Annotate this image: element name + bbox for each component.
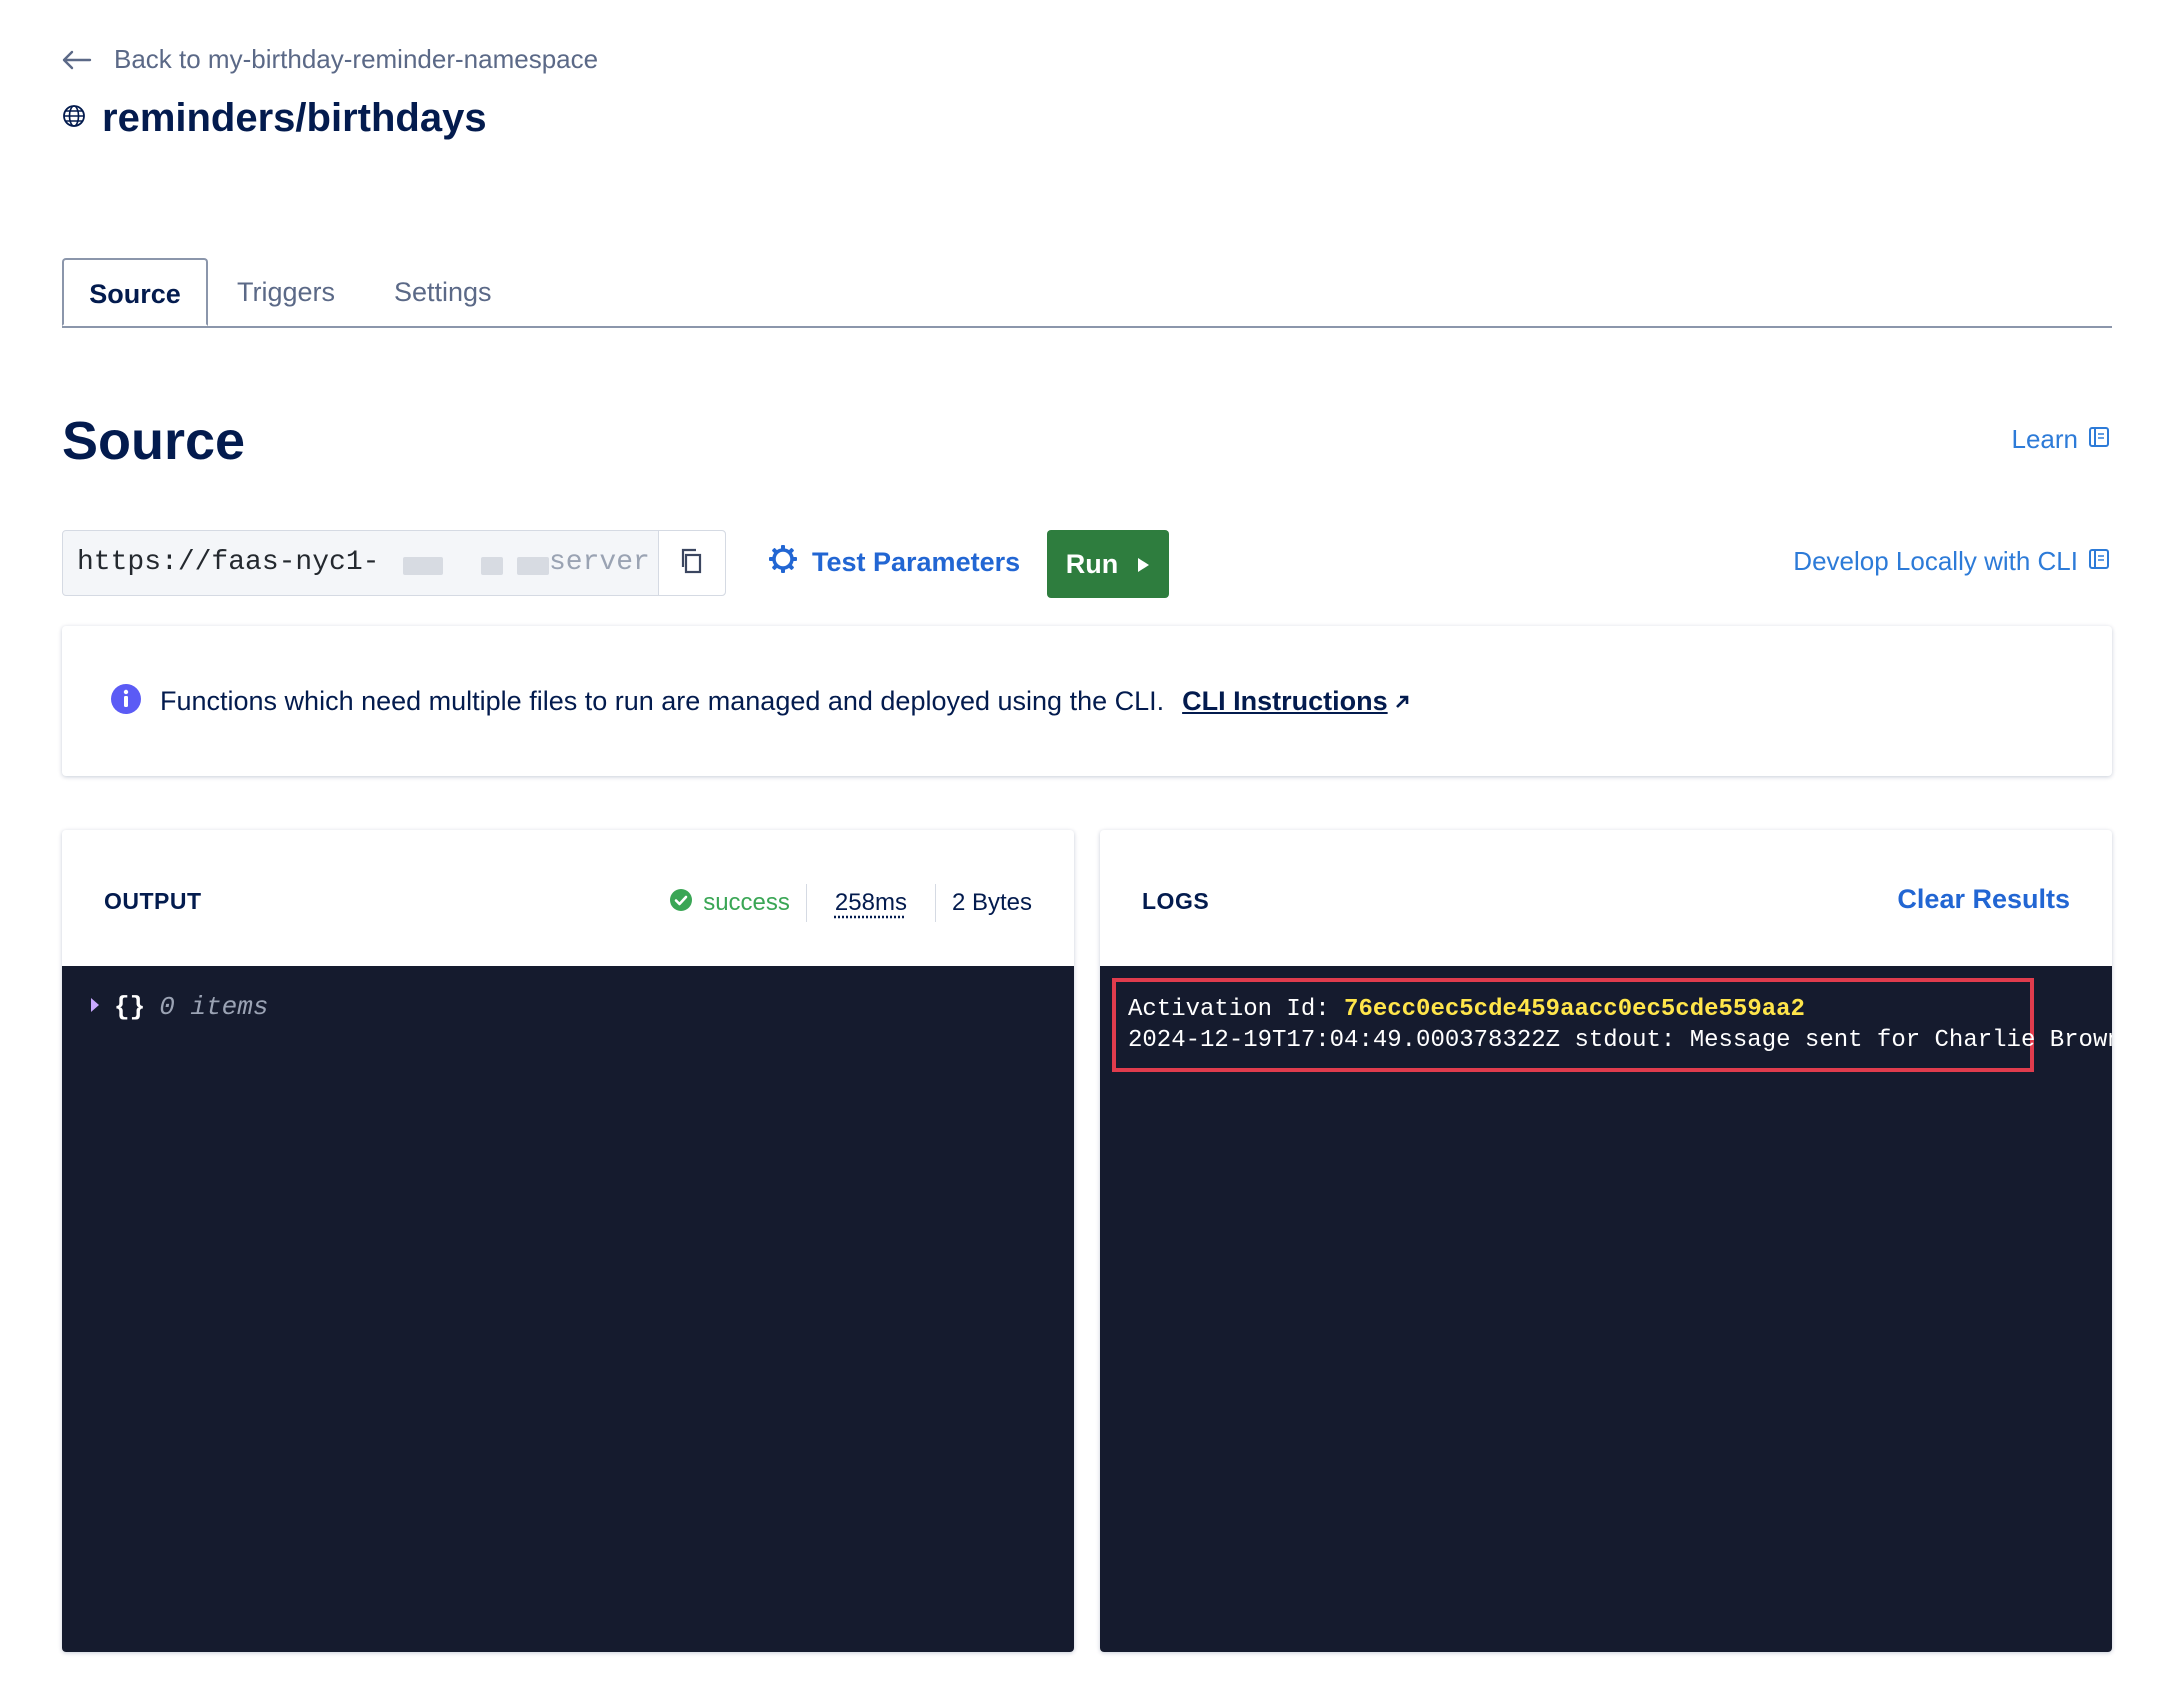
- info-banner: Functions which need multiple files to r…: [62, 626, 2112, 776]
- logs-panel-header: LOGS Clear Results: [1100, 830, 2112, 966]
- run-label: Run: [1065, 548, 1119, 579]
- url-redaction: [481, 557, 503, 575]
- copy-icon: [679, 547, 705, 580]
- book-icon: [2088, 546, 2110, 577]
- log-lines: Activation Id: 76ecc0ec5cde459aacc0ec5cd…: [1128, 994, 2112, 1056]
- output-console: {} 0 items: [62, 966, 1074, 1652]
- duration-value[interactable]: 258ms: [807, 889, 935, 917]
- json-item-count: 0 items: [159, 992, 269, 1022]
- run-button[interactable]: Run: [1047, 530, 1169, 598]
- log-line: 2024-12-19T17:04:49.000378322Z stdout: M…: [1128, 1027, 2112, 1054]
- tab-settings[interactable]: Settings: [394, 258, 492, 326]
- cli-instructions-label: CLI Instructions: [1182, 685, 1388, 716]
- copy-url-button[interactable]: [658, 531, 725, 595]
- logs-console: Activation Id: 76ecc0ec5cde459aacc0ec5cd…: [1100, 966, 2112, 1652]
- logs-panel: LOGS Clear Results Activation Id: 76ecc0…: [1100, 830, 2112, 1652]
- book-icon: [2088, 424, 2110, 455]
- external-link-icon: [1394, 686, 1410, 717]
- tab-source[interactable]: Source: [62, 258, 208, 326]
- caret-right-icon[interactable]: [90, 997, 100, 1018]
- cli-instructions-link[interactable]: CLI Instructions: [1182, 686, 1410, 717]
- test-parameters-button[interactable]: Test Parameters: [768, 544, 1020, 581]
- page-title: reminders/birthdays: [102, 96, 487, 140]
- info-icon: [110, 683, 142, 720]
- logs-label: LOGS: [1142, 888, 1210, 914]
- json-tree-root[interactable]: {} 0 items: [90, 992, 268, 1022]
- function-url-visible: https://faas-nyc1-: [77, 547, 380, 578]
- output-panel: OUTPUT success 258ms 2 Bytes {} 0 items: [62, 830, 1074, 1652]
- gear-icon: [768, 544, 798, 581]
- tab-triggers[interactable]: Triggers: [237, 258, 335, 326]
- output-label: OUTPUT: [104, 888, 202, 914]
- section-title: Source: [62, 411, 246, 471]
- function-url-text: https://faas-nyc1- server: [63, 531, 658, 595]
- activation-prefix: Activation Id:: [1128, 996, 1330, 1023]
- url-redaction: [517, 557, 549, 575]
- function-url-field[interactable]: https://faas-nyc1- server: [62, 530, 726, 596]
- check-circle-icon: [669, 888, 693, 919]
- function-url-tail: server: [549, 547, 650, 578]
- test-parameters-label: Test Parameters: [812, 547, 1021, 577]
- status-text: success: [703, 889, 790, 916]
- tab-bar: Source Triggers Settings: [62, 258, 2112, 328]
- json-brace: {}: [114, 992, 146, 1022]
- play-icon: [1136, 549, 1150, 580]
- activation-id: 76ecc0ec5cde459aacc0ec5cde559aa2: [1344, 996, 1805, 1023]
- clear-results-button[interactable]: Clear Results: [1897, 884, 2070, 915]
- size-value: 2 Bytes: [951, 889, 1032, 916]
- learn-label: Learn: [2011, 424, 2079, 454]
- info-banner-text: Functions which need multiple files to r…: [160, 685, 1165, 716]
- activation-line: Activation Id: 76ecc0ec5cde459aacc0ec5cd…: [1128, 994, 2112, 1025]
- arrow-left-icon: [62, 50, 92, 70]
- back-link-label: Back to my-birthday-reminder-namespace: [114, 44, 599, 74]
- output-meta: success 258ms 2 Bytes: [669, 884, 1032, 922]
- back-link[interactable]: Back to my-birthday-reminder-namespace: [62, 44, 598, 75]
- learn-link[interactable]: Learn: [2012, 424, 2111, 455]
- develop-locally-label: Develop Locally with CLI: [1793, 546, 2078, 576]
- status-badge: success: [669, 888, 806, 919]
- page-title-row: reminders/birthdays: [62, 96, 487, 141]
- output-panel-header: OUTPUT success 258ms 2 Bytes: [62, 830, 1074, 966]
- url-redaction: [403, 557, 443, 575]
- develop-locally-link[interactable]: Develop Locally with CLI: [1793, 546, 2110, 577]
- globe-icon: [62, 104, 86, 133]
